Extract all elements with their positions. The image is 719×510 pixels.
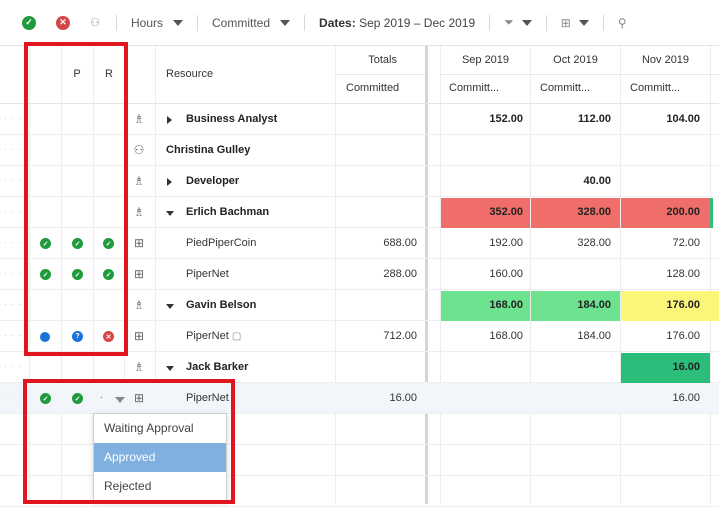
role-icon: ♗ — [133, 360, 145, 374]
resource-name: Developer — [186, 175, 240, 187]
project-icon: ⊞ — [133, 236, 145, 250]
approve-all-icon[interactable]: ✓ — [22, 15, 36, 30]
units-dropdown[interactable]: Hours — [131, 15, 184, 30]
month-value: 192.00 — [489, 237, 523, 249]
annotation-box — [24, 42, 128, 356]
people-icon[interactable]: ⚇ — [88, 16, 102, 30]
role-icon: ♗ — [133, 298, 145, 312]
month-value: 16.00 — [672, 361, 700, 373]
month-value: 128.00 — [666, 268, 700, 280]
project-name: PiperNet — [186, 268, 229, 280]
collapse-icon[interactable] — [166, 366, 174, 371]
month-value: 176.00 — [666, 299, 700, 311]
toolbar: ✓ ✕ ⚇ Hours Committed Dates: Sep 2019 – … — [0, 0, 719, 46]
month-value: 168.00 — [489, 330, 523, 342]
month-value: 112.00 — [577, 113, 611, 125]
project-icon: ⊞ — [133, 267, 145, 281]
filter-dropdown[interactable]: ⏷ — [504, 15, 532, 30]
committed-dropdown[interactable]: Committed — [212, 15, 291, 30]
grid-view-dropdown[interactable]: ⊞ — [561, 16, 589, 30]
project-name: PiperNet ▢ — [186, 330, 242, 342]
collapse-icon[interactable] — [166, 304, 174, 309]
column-subheader-committed: Committ... — [630, 82, 681, 94]
divider — [304, 14, 306, 31]
expand-icon[interactable] — [167, 116, 172, 124]
month-value: 352.00 — [489, 206, 523, 218]
collapse-icon[interactable] — [166, 211, 174, 216]
month-value: 168.00 — [489, 299, 523, 311]
total-value: 16.00 — [389, 392, 417, 404]
month-value: 328.00 — [577, 237, 611, 249]
month-value: 328.00 — [577, 206, 611, 218]
person-icon: ⚇ — [133, 143, 145, 157]
column-subheader-committed: Committ... — [540, 82, 591, 94]
column-header-month[interactable]: Oct 2019 — [531, 54, 620, 66]
chevron-down-icon — [578, 19, 589, 26]
column-header-month[interactable]: Nov 2019 — [621, 54, 710, 66]
month-value: 16.00 — [672, 392, 700, 404]
month-value: 200.00 — [666, 206, 700, 218]
column-header-totals[interactable]: Totals — [336, 54, 397, 66]
chevron-down-icon — [173, 19, 184, 26]
dates-value: Sep 2019 – Dec 2019 — [359, 15, 476, 30]
month-value: 176.00 — [666, 330, 700, 342]
month-value: 184.00 — [577, 330, 611, 342]
month-value: 104.00 — [666, 113, 700, 125]
reject-all-icon[interactable]: ✕ — [56, 15, 70, 30]
total-value: 712.00 — [383, 330, 417, 342]
divider — [197, 14, 199, 31]
resource-name: Erlich Bachman — [186, 206, 270, 218]
divider — [489, 14, 491, 31]
month-value: 72.00 — [672, 237, 700, 249]
project-name: PiedPiperCoin — [186, 237, 257, 249]
resource-name: Business Analyst — [186, 113, 278, 125]
month-value: 184.00 — [577, 299, 611, 311]
divider — [602, 14, 604, 31]
chevron-down-icon — [280, 19, 291, 26]
divider — [545, 14, 547, 31]
dates-prefix: Dates: — [319, 15, 356, 30]
person-settings-icon[interactable]: ⚲ — [618, 16, 627, 30]
role-icon: ♗ — [133, 174, 145, 188]
project-icon: ⊞ — [133, 329, 145, 343]
total-value: 688.00 — [383, 237, 417, 249]
comment-icon[interactable]: ▢ — [232, 331, 241, 342]
divider — [116, 14, 117, 31]
resource-name: Gavin Belson — [186, 299, 257, 311]
total-value: 288.00 — [383, 268, 417, 280]
column-subheader-committed: Committed — [346, 82, 400, 94]
resource-name: Jack Barker — [186, 361, 249, 373]
expand-icon[interactable] — [167, 178, 172, 186]
date-range[interactable]: Dates: Sep 2019 – Dec 2019 — [319, 16, 475, 30]
units-label: Hours — [131, 15, 164, 30]
column-header-resource[interactable]: Resource — [166, 68, 213, 80]
resource-name: Christina Gulley — [166, 144, 251, 156]
role-icon: ♗ — [133, 205, 145, 219]
role-icon: ♗ — [133, 112, 145, 126]
filter-icon: ⏷ — [504, 15, 514, 29]
grid-icon: ⊞ — [560, 15, 571, 30]
annotation-box — [23, 379, 235, 504]
month-value: 152.00 — [489, 113, 523, 125]
column-subheader-committed: Committ... — [449, 82, 500, 94]
chevron-down-icon — [521, 19, 532, 26]
month-value: 160.00 — [489, 268, 523, 280]
month-value: 40.00 — [583, 175, 611, 187]
column-header-month[interactable]: Sep 2019 — [441, 54, 530, 66]
committed-label: Committed — [212, 15, 271, 30]
